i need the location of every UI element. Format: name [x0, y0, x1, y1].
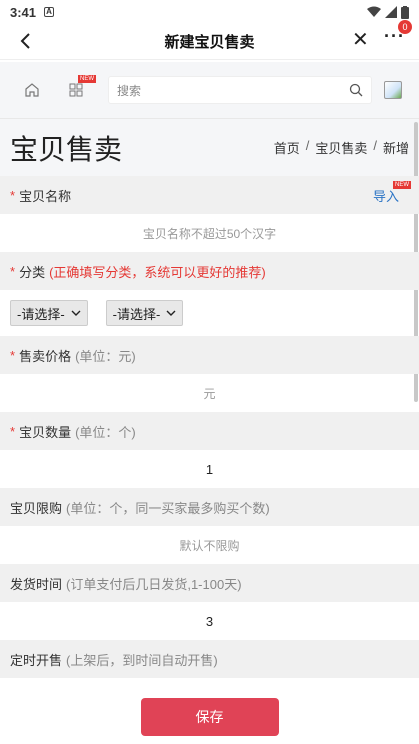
timed-sale-hint: (上架后，到时间自动开售) [66, 652, 218, 668]
status-bar: 3:41 A [0, 0, 419, 24]
purchase-limit-label: 宝贝限购 [10, 500, 63, 516]
quantity-value: 1 [205, 461, 214, 477]
item-name-placeholder: 宝贝名称不超过50个汉字 [142, 226, 277, 241]
footer-bar: 保存 [0, 690, 419, 744]
page-heading: 宝贝售卖 [10, 133, 123, 165]
purchase-limit-input[interactable]: 默认不限购 [0, 526, 419, 564]
quantity-input[interactable]: 1 [0, 450, 419, 488]
category-label: 分类 [19, 264, 46, 280]
category-select-secondary[interactable]: -请选择- [105, 300, 184, 326]
category-label-row: * 分类 (正确填写分类，系统可以更好的推荐) [0, 252, 419, 290]
new-tag: NEW [78, 75, 96, 83]
select-value: -请选择- [17, 306, 65, 322]
required-mark: * [10, 187, 16, 203]
breadcrumb-current: 新增 [382, 141, 409, 156]
breadcrumb: 首页 / 宝贝售卖 / 新增 [274, 138, 409, 157]
search-icon[interactable] [349, 83, 363, 97]
close-icon[interactable]: ✕ [352, 30, 369, 50]
price-label-row: * 售卖价格 (单位：元) [0, 336, 419, 374]
top-toolbar: NEW 搜索 [0, 62, 419, 118]
item-name-label: 宝贝名称 [19, 188, 72, 204]
wifi-icon [367, 6, 381, 17]
notification-badge: 0 [398, 20, 412, 34]
category-select-primary[interactable]: -请选择- [10, 300, 88, 326]
chevron-down-icon [71, 310, 81, 316]
category-select-row: -请选择- -请选择- [0, 290, 419, 336]
home-icon [25, 83, 39, 97]
import-new-tag: NEW [393, 181, 411, 189]
user-avatar-icon[interactable] [384, 81, 402, 99]
required-mark: * [10, 263, 16, 279]
select-value: -请选择- [112, 306, 161, 322]
ship-time-label-row: 发货时间 (订单支付后几日发货,1-100天) [0, 564, 419, 602]
ship-time-value: 3 [205, 613, 214, 629]
timed-sale-label: 定时开售 [10, 652, 63, 668]
item-name-input[interactable]: 宝贝名称不超过50个汉字 [0, 214, 419, 252]
page-header: 宝贝售卖 首页 / 宝贝售卖 / 新增 [0, 118, 419, 176]
breadcrumb-home[interactable]: 首页 [274, 138, 300, 157]
purchase-limit-placeholder: 默认不限购 [179, 538, 240, 553]
purchase-limit-label-row: 宝贝限购 (单位：个，同一买家最多购买个数) [0, 488, 419, 526]
grid-icon [69, 83, 83, 97]
nav-bar: 新建宝贝售卖 ✕ ··· 0 [0, 20, 419, 60]
save-button[interactable]: 保存 [140, 698, 279, 736]
home-button[interactable] [10, 82, 54, 98]
ship-time-label: 发货时间 [10, 576, 63, 592]
required-mark: * [10, 347, 16, 363]
price-input[interactable]: 元 [0, 374, 419, 412]
battery-icon [401, 5, 409, 19]
ship-time-hint: (订单支付后几日发货,1-100天) [66, 576, 242, 592]
quantity-label: 宝贝数量 [19, 424, 72, 440]
price-placeholder: 元 [203, 386, 216, 401]
app-notification-icon: A [44, 7, 55, 17]
signal-icon [385, 6, 397, 18]
price-hint: (单位：元) [75, 348, 136, 364]
quantity-label-row: * 宝贝数量 (单位：个) [0, 412, 419, 450]
item-name-label-row: * 宝贝名称 导入 NEW [0, 176, 419, 214]
back-arrow-icon[interactable] [16, 31, 36, 51]
breadcrumb-separator: / [373, 138, 377, 153]
chevron-down-icon [166, 310, 176, 316]
breadcrumb-separator: / [305, 138, 310, 153]
category-grid-button[interactable]: NEW [54, 75, 98, 97]
search-placeholder: 搜索 [117, 83, 142, 98]
page-content: NEW 搜索 宝贝售卖 首页 / 宝贝售卖 / 新增 * 宝贝名称 导入 NEW… [0, 62, 419, 744]
quantity-hint: (单位：个) [75, 424, 136, 440]
purchase-limit-hint: (单位：个，同一买家最多购买个数) [66, 500, 270, 516]
ship-time-input[interactable]: 3 [0, 602, 419, 640]
status-time: 3:41 [10, 4, 37, 20]
breadcrumb-section[interactable]: 宝贝售卖 [315, 138, 367, 157]
required-mark: * [10, 423, 16, 439]
status-indicators [367, 5, 409, 19]
price-label: 售卖价格 [19, 348, 72, 364]
search-input[interactable]: 搜索 [108, 76, 372, 104]
category-hint: (正确填写分类，系统可以更好的推荐) [49, 264, 266, 280]
timed-sale-label-row: 定时开售 (上架后，到时间自动开售) [0, 640, 419, 678]
